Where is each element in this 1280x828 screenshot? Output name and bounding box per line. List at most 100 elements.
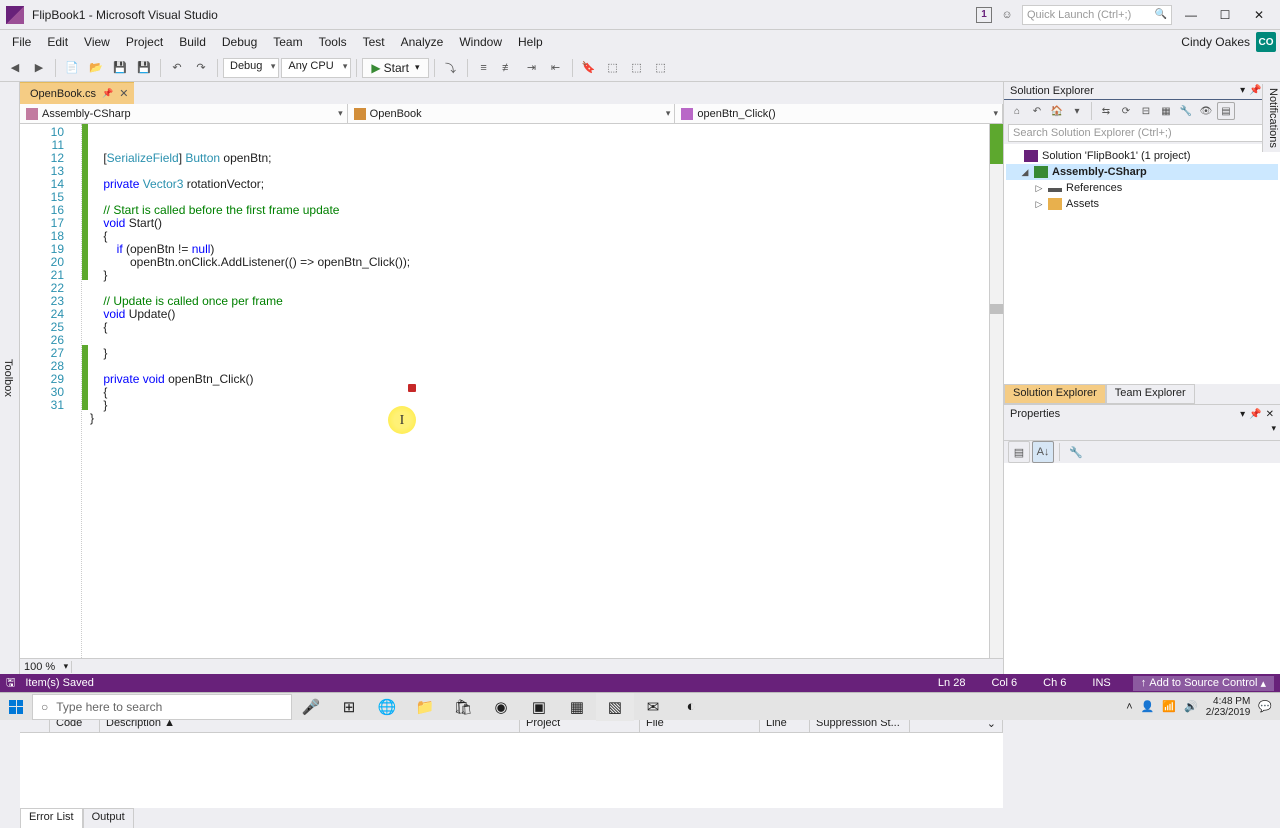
menu-test[interactable]: Test (355, 31, 393, 53)
close-button[interactable]: ✕ (1244, 5, 1274, 25)
app2-icon[interactable]: ▦ (558, 693, 596, 721)
taskbar-search-input[interactable]: ○Type here to search (32, 694, 292, 720)
tree-solution[interactable]: Solution 'FlipBook1' (1 project) (1006, 148, 1278, 164)
preview-icon[interactable]: 👁 (1197, 102, 1215, 120)
maximize-button[interactable]: ☐ (1210, 5, 1240, 25)
tree-references[interactable]: ▷References (1006, 180, 1278, 196)
comment-icon[interactable]: ≡ (473, 57, 495, 79)
toolbox-rail[interactable]: Toolbox (0, 82, 20, 674)
sol-home-icon[interactable]: 🏠 (1048, 102, 1066, 120)
forward-icon[interactable]: ▶ (28, 57, 50, 79)
menu-help[interactable]: Help (510, 31, 551, 53)
solution-tree[interactable]: Solution 'FlipBook1' (1 project) ◢Assemb… (1004, 144, 1280, 384)
refresh-icon[interactable]: ⟳ (1117, 102, 1135, 120)
prop-wrench-icon[interactable]: 🔧 (1065, 441, 1087, 463)
chrome-icon[interactable]: ◉ (482, 693, 520, 721)
menu-analyze[interactable]: Analyze (393, 31, 452, 53)
minimize-button[interactable]: — (1176, 5, 1206, 25)
menu-window[interactable]: Window (451, 31, 510, 53)
sync-icon[interactable]: ⇆ (1097, 102, 1115, 120)
back-icon[interactable]: ◀ (4, 57, 26, 79)
wifi-icon[interactable]: 📶 (1162, 700, 1176, 713)
quick-launch-input[interactable]: Quick Launch (Ctrl+;) (1022, 5, 1172, 25)
clock[interactable]: 4:48 PM2/23/2019 (1206, 696, 1251, 718)
store-icon[interactable]: 🛍 (444, 693, 482, 721)
properties-object-combo[interactable]: ▾ (1004, 423, 1280, 441)
menu-debug[interactable]: Debug (214, 31, 265, 53)
action-center-icon[interactable]: 💬 (1258, 700, 1272, 713)
tree-project[interactable]: ◢Assembly-CSharp (1006, 164, 1278, 180)
menu-tools[interactable]: Tools (311, 31, 355, 53)
menu-project[interactable]: Project (118, 31, 171, 53)
attach3-icon[interactable]: ⬚ (650, 57, 672, 79)
home-icon[interactable]: ⌂ (1008, 102, 1026, 120)
menu-build[interactable]: Build (171, 31, 214, 53)
pin-icon[interactable]: 📌 (102, 88, 113, 99)
system-tray[interactable]: ˄ 👤 📶 🔊 4:48 PM2/23/2019 💬 (1118, 696, 1280, 718)
categorized-icon[interactable]: ▤ (1008, 441, 1030, 463)
save-icon[interactable]: 💾 (109, 57, 131, 79)
prop-dropdown-icon[interactable]: ▾ (1240, 409, 1245, 420)
app3-icon[interactable]: ◐ (672, 693, 710, 721)
properties-header[interactable]: Properties ▾📌✕ (1004, 405, 1280, 423)
task-view-icon[interactable]: ⊞ (330, 693, 368, 721)
code-area[interactable]: 1011121314151617181920212223242526272829… (20, 124, 1003, 658)
tab-output[interactable]: Output (83, 808, 134, 828)
undo-icon[interactable]: ↶ (166, 57, 188, 79)
tab-error-list[interactable]: Error List (20, 808, 83, 828)
open-icon[interactable]: 📂 (85, 57, 107, 79)
notifications-flag-icon[interactable]: 1 (976, 7, 992, 23)
config-combo[interactable]: Debug (223, 58, 279, 78)
sol-dropdown-icon[interactable]: ▾ (1240, 85, 1245, 96)
showall-icon[interactable]: ▦ (1157, 102, 1175, 120)
zoom-combo[interactable]: 100 % (20, 661, 72, 673)
attach2-icon[interactable]: ⬚ (626, 57, 648, 79)
new-project-icon[interactable]: 📄 (61, 57, 83, 79)
people-icon[interactable]: 👤 (1141, 700, 1155, 713)
bookmark-icon[interactable]: 🔖 (578, 57, 600, 79)
nav-class[interactable]: OpenBook (348, 104, 676, 123)
notifications-rail[interactable]: Notifications (1262, 84, 1280, 152)
volume-icon[interactable]: 🔊 (1184, 700, 1198, 713)
edge-icon[interactable]: 🌐 (368, 693, 406, 721)
sol-more-icon[interactable]: ▤ (1217, 102, 1235, 120)
menu-view[interactable]: View (76, 31, 118, 53)
step-icon[interactable]: ⤵ (440, 57, 462, 79)
solution-search-input[interactable]: Search Solution Explorer (Ctrl+;) (1008, 124, 1276, 142)
tray-up-icon[interactable]: ˄ (1126, 701, 1132, 713)
tree-assets[interactable]: ▷Assets (1006, 196, 1278, 212)
prop-pin-icon[interactable]: 📌 (1249, 409, 1261, 420)
cortana-mic-icon[interactable]: 🎤 (292, 693, 330, 721)
explorer-icon[interactable]: 📁 (406, 693, 444, 721)
platform-combo[interactable]: Any CPU (281, 58, 351, 78)
source-control-button[interactable]: ↑ Add to Source Control ▴ (1133, 676, 1274, 691)
menu-edit[interactable]: Edit (39, 31, 76, 53)
nav-member[interactable]: openBtn_Click() (675, 104, 1003, 123)
user-badge[interactable]: Cindy Oakes CO (1181, 32, 1276, 52)
outline-column[interactable] (70, 124, 82, 658)
indent-icon[interactable]: ⇥ (521, 57, 543, 79)
menu-file[interactable]: File (4, 31, 39, 53)
attach-icon[interactable]: ⬚ (602, 57, 624, 79)
outdent-icon[interactable]: ⇤ (545, 57, 567, 79)
tab-close-icon[interactable]: ✕ (119, 87, 128, 100)
overview-ruler[interactable] (989, 124, 1003, 658)
nav-project[interactable]: Assembly-CSharp (20, 104, 348, 123)
uncomment-icon[interactable]: ≢ (497, 57, 519, 79)
vs-taskbar-icon[interactable]: ▧ (596, 693, 634, 721)
solution-header[interactable]: Solution Explorer ▾📌✕ (1004, 82, 1280, 100)
save-all-icon[interactable]: 💾 (133, 57, 155, 79)
start-button[interactable]: ▶Start▾ (362, 58, 428, 78)
ruler-thumb[interactable] (990, 304, 1003, 314)
sol-back-icon[interactable]: ↶ (1028, 102, 1046, 120)
collapse-icon[interactable]: ⊟ (1137, 102, 1155, 120)
tab-solution-explorer[interactable]: Solution Explorer (1004, 384, 1106, 404)
menu-team[interactable]: Team (265, 31, 310, 53)
file-tab[interactable]: OpenBook.cs 📌 ✕ (20, 82, 134, 104)
sol-pin-icon[interactable]: 📌 (1249, 85, 1261, 96)
prop-close-icon[interactable]: ✕ (1266, 409, 1274, 420)
tab-team-explorer[interactable]: Team Explorer (1106, 384, 1195, 404)
mail-icon[interactable]: ✉ (634, 693, 672, 721)
code-text[interactable]: [SerializeField] Button openBtn; private… (88, 124, 989, 658)
alphabetical-icon[interactable]: A↓ (1032, 441, 1054, 463)
